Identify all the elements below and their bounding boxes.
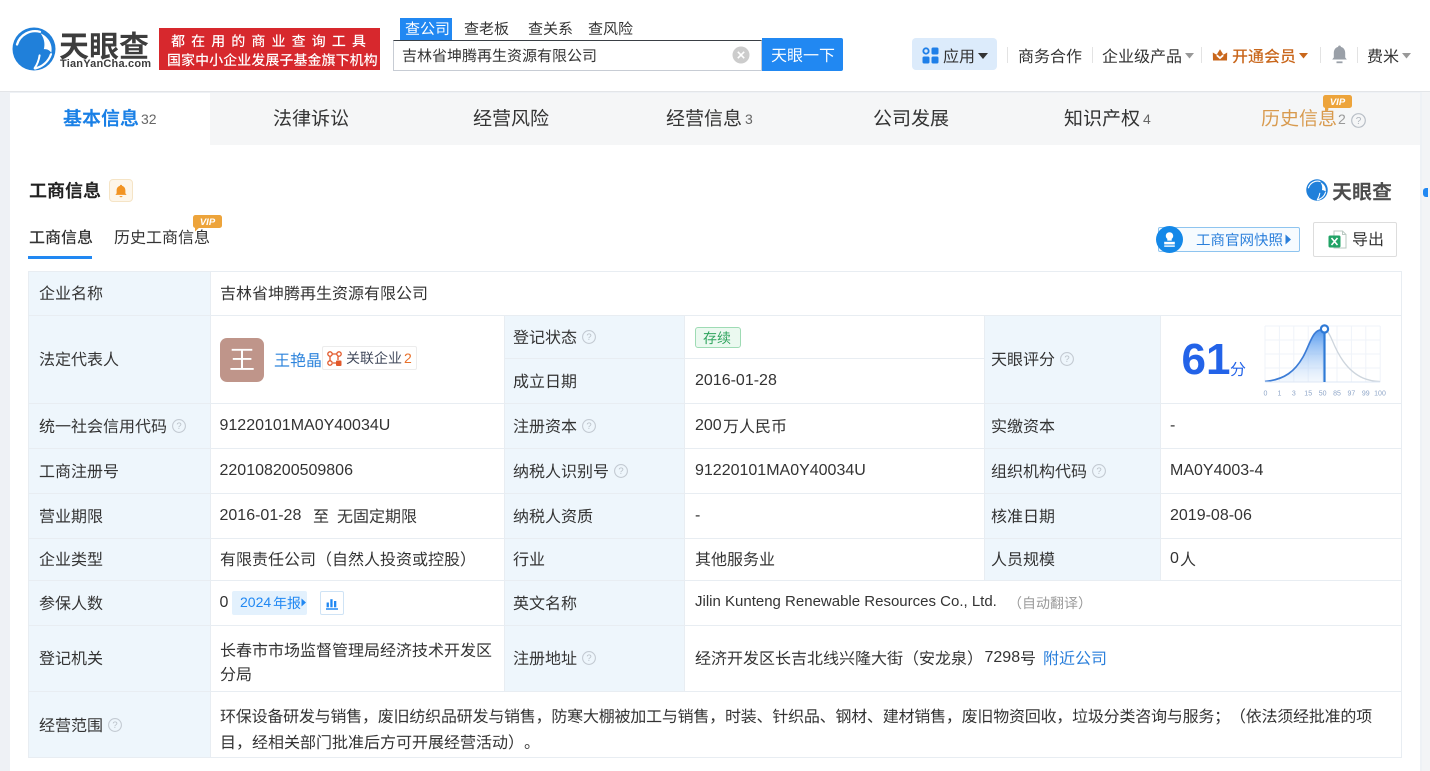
svg-text:?: ? bbox=[176, 421, 181, 432]
svg-text:?: ? bbox=[1356, 116, 1362, 127]
svg-text:3: 3 bbox=[1292, 391, 1296, 398]
svg-text:1: 1 bbox=[1277, 391, 1281, 398]
svg-text:?: ? bbox=[618, 466, 623, 477]
svg-text:100: 100 bbox=[1374, 391, 1386, 398]
svg-text:?: ? bbox=[112, 720, 117, 731]
svg-text:?: ? bbox=[1096, 466, 1101, 477]
svg-text:15: 15 bbox=[1304, 391, 1312, 398]
svg-text:?: ? bbox=[586, 653, 591, 664]
svg-text:99: 99 bbox=[1362, 391, 1370, 398]
svg-text:0: 0 bbox=[1264, 391, 1268, 398]
svg-text:?: ? bbox=[1064, 354, 1069, 365]
svg-text:?: ? bbox=[586, 332, 591, 343]
svg-text:VIP: VIP bbox=[200, 217, 216, 228]
svg-text:50: 50 bbox=[1319, 391, 1327, 398]
svg-text:?: ? bbox=[586, 421, 591, 432]
svg-text:85: 85 bbox=[1333, 391, 1341, 398]
svg-text:97: 97 bbox=[1348, 391, 1356, 398]
svg-text:VIP: VIP bbox=[1330, 97, 1346, 108]
